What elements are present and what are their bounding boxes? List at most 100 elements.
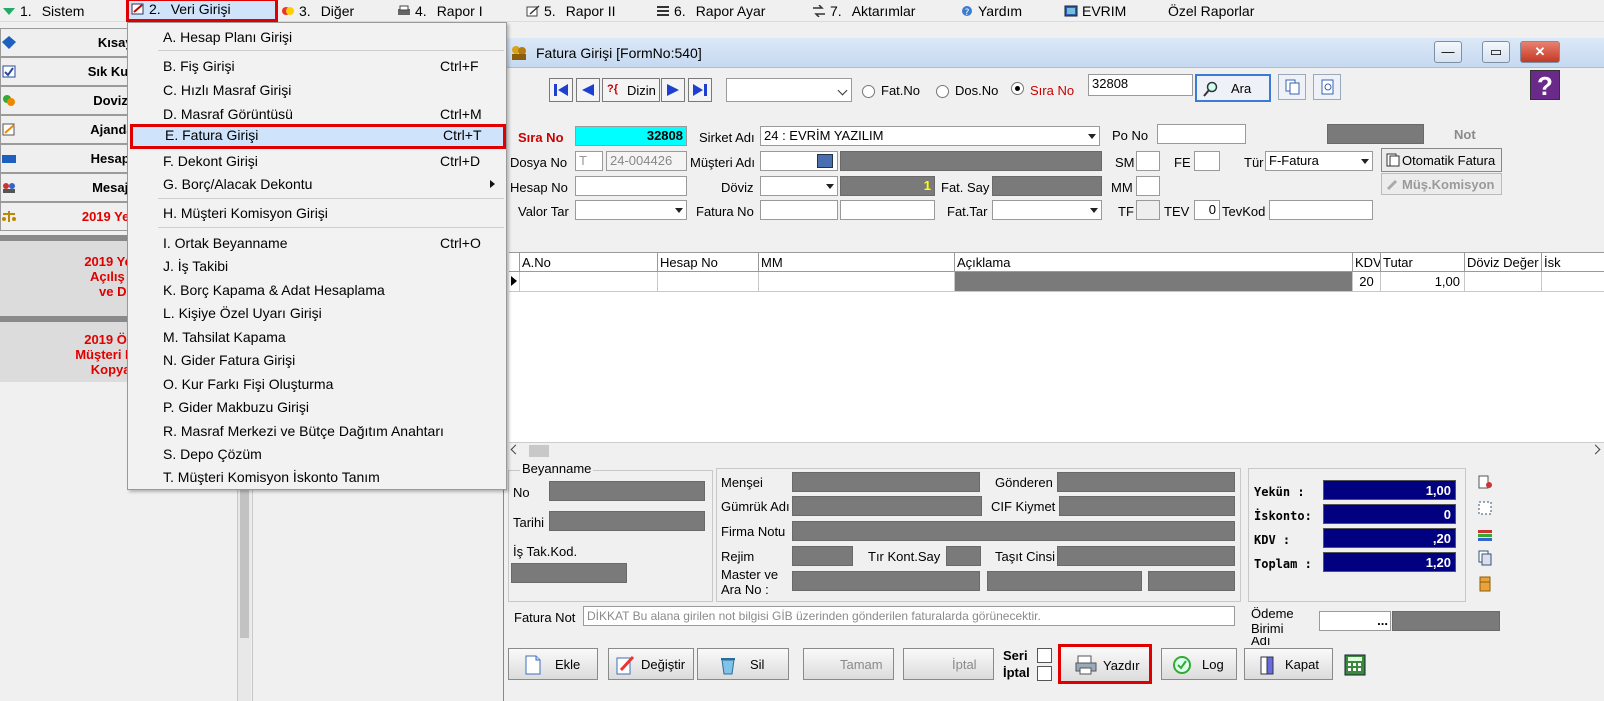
ekle-button[interactable]: Ekle — [508, 648, 598, 680]
preview-button[interactable] — [1313, 74, 1341, 100]
ara-no-field[interactable] — [987, 571, 1142, 591]
cell-hesap-no[interactable] — [658, 272, 759, 291]
menu-rapor-2[interactable]: 5. Rapor II — [526, 0, 616, 22]
column-header-doviz-deger[interactable]: Döviz Değer — [1465, 253, 1542, 272]
menu-item-hizli-masraf[interactable]: C. Hızlı Masraf Girişi — [128, 79, 506, 101]
grid-select-icon[interactable] — [1477, 500, 1493, 516]
menu-rapor-ayar[interactable]: 6. Rapor Ayar — [656, 0, 765, 22]
menu-item-ortak-beyanname[interactable]: I. Ortak Beyanname Ctrl+O — [128, 232, 506, 254]
cell-isk[interactable] — [1542, 272, 1604, 291]
menu-item-tahsilat-kapama[interactable]: M. Tahsilat Kapama — [128, 326, 506, 348]
odeme-birimi-field[interactable]: ... — [1319, 611, 1391, 631]
doviz-kur-field[interactable]: 1 — [840, 176, 935, 196]
ara-no-2-field[interactable] — [1148, 571, 1235, 591]
folder-stack-icon[interactable] — [1477, 526, 1493, 542]
musteri-kod-field[interactable] — [760, 151, 838, 171]
beyanname-tarihi-field[interactable] — [549, 511, 705, 531]
musteri-adi-field[interactable] — [840, 151, 1102, 171]
menu-item-is-takibi[interactable]: J. İş Takibi — [128, 255, 506, 277]
menu-item-gider-makbuzu[interactable]: P. Gider Makbuzu Girişi — [128, 396, 506, 418]
menu-aktarimlar[interactable]: 7. Aktarımlar — [812, 0, 915, 22]
close-button[interactable]: ✕ — [1520, 41, 1560, 63]
not-field[interactable] — [1327, 124, 1424, 144]
document-add-icon[interactable] — [1477, 474, 1493, 490]
cell-mm[interactable] — [759, 272, 955, 291]
cif-kiymet-field[interactable] — [1059, 496, 1235, 516]
gumruk-adi-field[interactable] — [792, 496, 982, 516]
lookup-button-icon[interactable] — [817, 154, 833, 168]
gonderen-field[interactable] — [1057, 472, 1235, 492]
fatura-seri-field[interactable] — [760, 200, 838, 220]
menu-item-musteri-komisyon[interactable]: H. Müşteri Komisyon Girişi — [128, 202, 506, 224]
iptal-button[interactable]: İptal — [903, 648, 994, 680]
column-header-ano[interactable]: A.No — [520, 253, 658, 272]
menu-diger[interactable]: 3. Diğer — [281, 0, 354, 22]
menu-item-borc-kapama[interactable]: K. Borç Kapama & Adat Hesaplama — [128, 279, 506, 301]
sirano-radio[interactable] — [1011, 82, 1024, 95]
is-tak-kod-field[interactable] — [511, 563, 627, 583]
column-header-aciklama[interactable]: Açıklama — [955, 253, 1353, 272]
menu-item-kur-farki[interactable]: O. Kur Farkı Fişi Oluşturma — [128, 373, 506, 395]
mm-field[interactable] — [1136, 176, 1160, 196]
tasit-cinsi-field[interactable] — [1057, 546, 1235, 566]
mensei-field[interactable] — [792, 472, 980, 492]
record-filter-dropdown[interactable] — [726, 78, 852, 102]
dosya-no-prefix-field[interactable]: T — [575, 151, 603, 171]
doviz-dropdown[interactable] — [760, 176, 838, 196]
sirket-adi-dropdown[interactable]: 24 : EVRİM YAZILIM — [760, 126, 1100, 146]
cell-aciklama[interactable] — [955, 272, 1353, 291]
firma-notu-field[interactable] — [792, 521, 1235, 541]
menu-item-borc-alacak-dekontu[interactable]: G. Borç/Alacak Dekontu — [128, 173, 506, 195]
otomatik-fatura-button[interactable]: Otomatik Fatura — [1381, 148, 1502, 172]
next-record-button[interactable] — [661, 78, 685, 102]
beyanname-no-field[interactable] — [549, 481, 705, 501]
column-header-isk[interactable]: İsk — [1542, 253, 1604, 272]
menu-item-masraf-goruntusu[interactable]: D. Masraf Görüntüsü Ctrl+M — [128, 103, 506, 125]
tamam-button[interactable]: Tamam — [803, 648, 894, 680]
tev-field[interactable]: 0 — [1194, 200, 1220, 220]
menu-item-komisyon-iskonto[interactable]: T. Müşteri Komisyon İskonto Tanım — [128, 466, 506, 488]
valor-tar-dropdown[interactable] — [575, 200, 687, 220]
fe-field[interactable] — [1194, 151, 1220, 171]
menu-yardim[interactable]: ? Yardım — [960, 0, 1022, 22]
log-button[interactable]: Log — [1161, 648, 1237, 680]
menu-evrim[interactable]: EVRIM — [1064, 0, 1126, 22]
sm-field[interactable] — [1136, 151, 1160, 171]
archive-icon[interactable] — [1477, 576, 1493, 592]
dizin-button[interactable]: ?{Dizin — [602, 78, 660, 102]
mus-komisyon-button[interactable]: Müş.Komisyon — [1381, 173, 1502, 195]
rejim-field[interactable] — [792, 546, 853, 566]
calculator-icon[interactable] — [1344, 654, 1366, 676]
menu-ozel-raporlar[interactable]: Özel Raporlar — [1168, 0, 1254, 22]
menu-item-dekont-girisi[interactable]: F. Dekont Girişi Ctrl+D — [128, 150, 506, 172]
sira-no-field[interactable]: 32808 — [575, 126, 687, 146]
menu-item-fatura-girisi[interactable]: E. Fatura Girişi Ctrl+T — [130, 124, 506, 149]
cell-kdv[interactable]: 20 — [1353, 272, 1381, 291]
menu-item-gider-fatura[interactable]: N. Gider Fatura Girişi — [128, 349, 506, 371]
menu-rapor-1[interactable]: 4. Rapor I — [397, 0, 483, 22]
tevkod-field[interactable] — [1269, 200, 1373, 220]
dosya-no-field[interactable]: 24-004426 — [606, 151, 687, 171]
ellipsis-button[interactable]: ... — [1377, 612, 1388, 630]
fat-say-field[interactable] — [992, 176, 1102, 196]
column-header-tutar[interactable]: Tutar — [1381, 253, 1465, 272]
minimize-button[interactable]: — — [1434, 41, 1462, 63]
cell-doviz-deger[interactable] — [1465, 272, 1542, 291]
column-header-hesap-no[interactable]: Hesap No — [658, 253, 759, 272]
previous-record-button[interactable] — [576, 78, 600, 102]
first-record-button[interactable] — [549, 78, 573, 102]
fatno-radio[interactable] — [862, 85, 875, 98]
table-row[interactable]: 20 1,00 — [509, 272, 1604, 292]
search-input[interactable]: 32808 — [1088, 74, 1193, 96]
help-icon[interactable]: ? — [1530, 70, 1560, 101]
menu-veri-girisi[interactable]: 2. Veri Girişi — [126, 0, 278, 22]
menu-item-masraf-merkezi[interactable]: R. Masraf Merkezi ve Bütçe Dağıtım Anaht… — [128, 420, 506, 442]
ara-button[interactable]: Ara — [1195, 74, 1271, 102]
odeme-birimi-adi-field[interactable] — [1392, 611, 1500, 631]
fatura-not-input[interactable]: DİKKAT Bu alana girilen not bilgisi GİB … — [583, 606, 1235, 626]
menu-sistem[interactable]: 1. Sistem — [2, 0, 84, 22]
po-no-field[interactable] — [1157, 124, 1246, 144]
fatura-no-field[interactable] — [840, 200, 935, 220]
menu-item-depo-cozum[interactable]: S. Depo Çözüm — [128, 443, 506, 465]
master-field[interactable] — [792, 571, 980, 591]
